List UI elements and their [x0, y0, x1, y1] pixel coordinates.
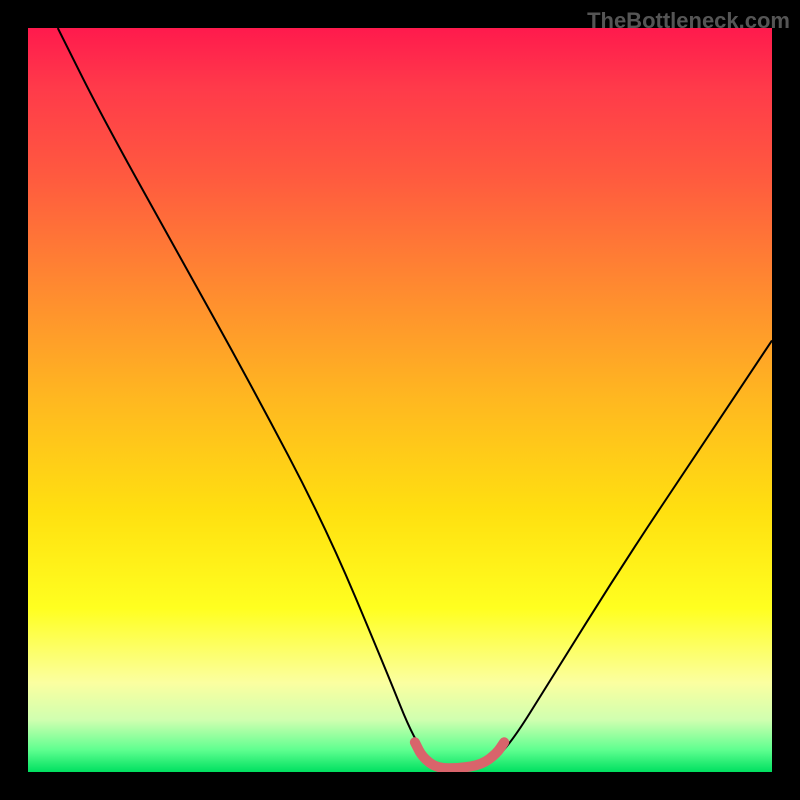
curve-layer: [28, 28, 772, 772]
bottleneck-curve-line: [58, 28, 772, 768]
optimal-band-marker: [415, 742, 504, 768]
plot-area: [28, 28, 772, 772]
watermark-text: TheBottleneck.com: [587, 8, 790, 34]
